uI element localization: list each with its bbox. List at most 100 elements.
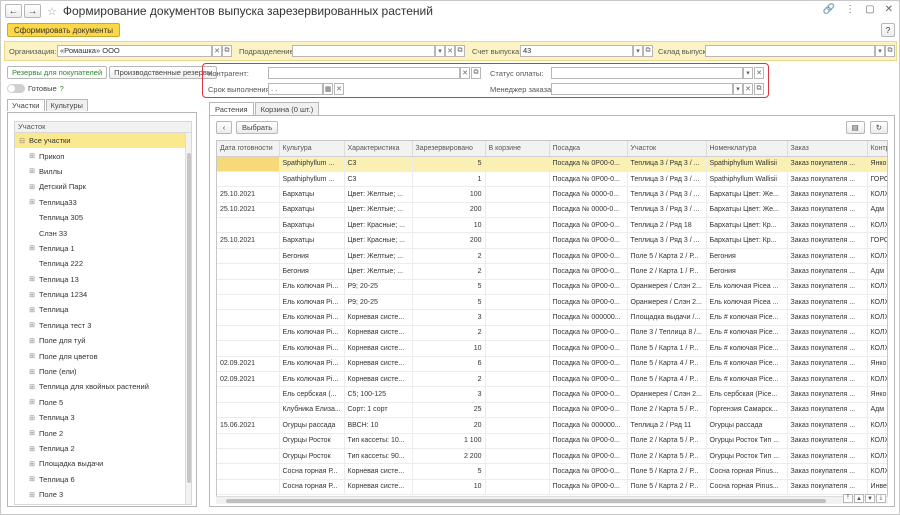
table-row[interactable]: 25.10.2021 Бархатцы Цвет: Желтые; ... 200 По… [217, 202, 887, 219]
tab-cart[interactable]: Корзина (0 шт.) [254, 102, 320, 115]
tab-crops[interactable]: Культуры [45, 99, 88, 111]
table-row[interactable]: Spathiphyllum ... C3 5 Посадка № 0Р00-0... Т… [217, 156, 887, 172]
table-row[interactable]: Огурцы Росток Тип кассеты: 10... 1 100 Поса… [217, 433, 887, 449]
expand-icon[interactable]: ⊞ [28, 475, 36, 483]
column-header[interactable]: Заказ [787, 141, 868, 157]
expand-icon[interactable]: ⊞ [28, 414, 36, 422]
tree-scroll-thumb[interactable] [187, 153, 191, 483]
manager-dropdown-icon[interactable]: ▾ [733, 83, 743, 95]
maximize-icon[interactable]: ▢ [865, 4, 874, 15]
tree-node[interactable]: Теплица 305 [15, 210, 191, 225]
tree-scrollbar[interactable] [185, 133, 191, 504]
column-header[interactable]: Культура [279, 141, 345, 157]
help-button[interactable]: ? [881, 23, 895, 37]
expand-icon[interactable]: ⊞ [28, 429, 36, 437]
tab-customer-reserves[interactable]: Резервы для покупателей [7, 66, 108, 79]
tree-node[interactable]: ⊞ Поле (ели) [15, 364, 191, 379]
manager-open-icon[interactable]: ⧉ [754, 83, 764, 95]
table-row[interactable]: 15.06.2021 Огурцы рассада ВВСН: 10 20 Посадк… [217, 417, 887, 434]
refresh-button[interactable]: ↻ [869, 121, 888, 134]
select-button[interactable]: Выбрать [236, 121, 279, 134]
department-dropdown-icon[interactable]: ▾ [435, 45, 445, 57]
tree-node[interactable]: ⊞ Теплица 1234 [15, 287, 191, 302]
tree-node[interactable]: ⊞ Теплица [15, 302, 191, 317]
column-header[interactable]: Характеристика [344, 141, 413, 157]
tab-plots[interactable]: Участки [7, 99, 45, 111]
table-row[interactable]: 02.09.2021 Ель колючая Pi... Корневая сист… [217, 356, 887, 372]
tree-node[interactable]: ⊞ Виллы [15, 164, 191, 179]
expand-icon[interactable]: ⊞ [28, 383, 36, 391]
expand-icon[interactable]: ⊞ [28, 244, 36, 252]
expand-icon[interactable]: ⊞ [28, 321, 36, 329]
tree-node[interactable]: ⊞ Теплица 3 [15, 410, 191, 425]
collapse-button[interactable]: ‹ [216, 121, 232, 134]
expand-icon[interactable]: ⊞ [28, 275, 36, 283]
prev-row-icon[interactable]: ▲ [854, 494, 864, 503]
warehouse-open-icon[interactable]: ⧉ [885, 45, 895, 57]
warehouse-field[interactable] [705, 45, 875, 57]
table-row[interactable]: Ель колючая Pi... Корневая систе... 10 Поса… [217, 340, 887, 357]
table-row[interactable]: 02.09.2021 Ель колючая Pi... Корневая сист… [217, 371, 887, 388]
table-settings-button[interactable]: ▤ [845, 121, 865, 134]
table-row[interactable]: Сосна горная Р... Корневая систе... 10 Поса… [217, 479, 887, 496]
account-field[interactable]: 43 [520, 45, 633, 57]
ready-help-icon[interactable]: ? [60, 84, 64, 93]
tree-node[interactable]: ⊞ Теплица33 [15, 195, 191, 210]
table-row[interactable]: Бегония Цвет: Желтые; ... 2 Посадка № 0Р00-… [217, 263, 887, 280]
organization-open-icon[interactable]: ⧉ [222, 45, 232, 57]
column-header[interactable]: Дата готовности [217, 141, 280, 157]
tree-node[interactable]: ⊞ Теплица 1 [15, 241, 191, 256]
column-header[interactable]: Посадка [549, 141, 628, 157]
manager-clear-icon[interactable]: ✕ [743, 83, 753, 95]
column-header[interactable]: Участок [627, 141, 707, 157]
tree-node[interactable]: ⊞ Теплица 13 [15, 272, 191, 287]
expand-icon[interactable]: ⊞ [28, 445, 36, 453]
table-row[interactable]: Ель колючая Pi... Корневая систе... 3 Посад… [217, 309, 887, 326]
tree-node[interactable]: ⊞ Теплица 2 [15, 441, 191, 456]
table-row[interactable]: Ель колючая Pi... P9; 20-25 5 Посадка № 0Р0… [217, 294, 887, 311]
warehouse-dropdown-icon[interactable]: ▾ [875, 45, 885, 57]
tree-node[interactable]: ⊞ Детский Парк [15, 179, 191, 194]
table-row[interactable]: Ель колючая Pi... Корневая систе... 2 Посад… [217, 325, 887, 342]
account-dropdown-icon[interactable]: ▾ [633, 45, 643, 57]
expand-icon[interactable]: ⊞ [28, 368, 36, 376]
counterparty-clear-icon[interactable]: ✕ [460, 67, 470, 79]
last-row-icon[interactable]: ⤓ [876, 494, 886, 503]
table-row[interactable]: 25.10.2021 Бархатцы Цвет: Желтые; ... 100 По… [217, 186, 887, 203]
next-row-icon[interactable]: ▼ [865, 494, 875, 503]
first-row-icon[interactable]: ⤒ [843, 494, 853, 503]
column-header[interactable]: Контр [867, 141, 887, 157]
expand-icon[interactable]: ⊞ [28, 306, 36, 314]
tree-node[interactable]: ⊞ Поле для цветов [15, 348, 191, 363]
back-button[interactable]: ← [5, 4, 22, 18]
expand-icon[interactable]: ⊞ [28, 337, 36, 345]
tree-node[interactable]: Слэн 33 [15, 225, 191, 240]
table-row[interactable]: Сосна горная Р... Корневая систе... 5 Посад… [217, 463, 887, 480]
organization-clear-icon[interactable]: ✕ [212, 45, 222, 57]
account-open-icon[interactable]: ⧉ [643, 45, 653, 57]
tree-node[interactable]: ⊞ Теплица тест 3 [15, 318, 191, 333]
more-icon[interactable]: ⋮ [845, 4, 855, 15]
tree-node[interactable]: ⊞ Поле для туй [15, 333, 191, 348]
deadline-field[interactable]: . . [268, 83, 323, 95]
column-header[interactable]: В корзине [485, 141, 550, 157]
tree-node[interactable]: ⊞ Прикоп [15, 148, 191, 163]
counterparty-open-icon[interactable]: ⧉ [471, 67, 481, 79]
payment-status-dropdown-icon[interactable]: ▾ [743, 67, 753, 79]
tree-node[interactable]: ⊞ Теплица для хвойных растений [15, 379, 191, 394]
table-row[interactable]: Ель сербская (... C5; 100-125 3 Посадка № 0… [217, 386, 887, 403]
tree-node[interactable]: Теплица 222 [15, 256, 191, 271]
link-icon[interactable]: 🔗 [823, 4, 835, 15]
payment-status-field[interactable] [551, 67, 743, 79]
expand-icon[interactable]: ⊞ [28, 183, 36, 191]
collapse-icon[interactable]: ⊟ [18, 137, 26, 145]
department-clear-icon[interactable]: ✕ [445, 45, 455, 57]
expand-icon[interactable]: ⊞ [28, 352, 36, 360]
deadline-clear-icon[interactable]: ✕ [334, 83, 344, 95]
tree-node[interactable]: ⊟ Все участки [15, 133, 191, 149]
expand-icon[interactable]: ⊞ [28, 460, 36, 468]
table-row[interactable]: Бархатцы Цвет: Красные; ... 10 Посадка № 0Р… [217, 217, 887, 234]
calendar-icon[interactable]: ▦ [323, 83, 333, 95]
tree-node[interactable]: ⊞ Поле 3 [15, 487, 191, 502]
department-open-icon[interactable]: ⧉ [455, 45, 465, 57]
